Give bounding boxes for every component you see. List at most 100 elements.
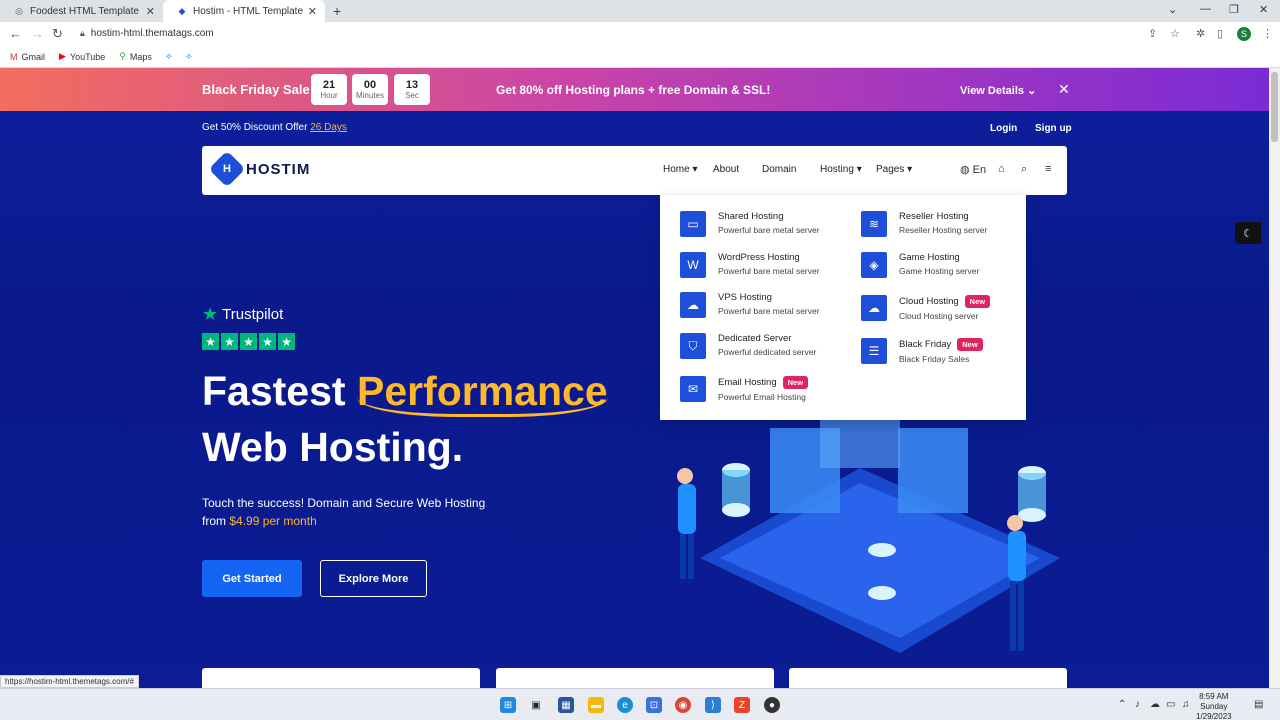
promo-title: Black Friday Sale: [202, 82, 310, 97]
task-view-icon[interactable]: ▣: [528, 697, 544, 713]
login-link[interactable]: Login: [990, 123, 1017, 134]
promo-banner: Black Friday Sale 21 Hour 00 Minutes 13 …: [0, 68, 1269, 111]
nav-hosting[interactable]: Hosting ▾: [820, 164, 862, 175]
tray-chevron-up-icon[interactable]: ⌃: [1118, 699, 1126, 710]
language-selector[interactable]: ◍ En: [960, 163, 986, 176]
window-close-icon[interactable]: ✕: [1259, 3, 1268, 16]
bookmark-maps[interactable]: ⚲ Maps: [119, 51, 152, 62]
headline-highlight: Performance: [356, 368, 608, 417]
share-icon[interactable]: ⇪: [1148, 27, 1157, 40]
menu-item-reseller-hosting[interactable]: ≋ Reseller Hosting Reseller Hosting serve…: [861, 211, 987, 237]
new-badge: New: [782, 376, 809, 389]
taskbar-clock[interactable]: 8:59 AM Sunday 1/29/2023: [1196, 692, 1232, 720]
scrollbar-thumb[interactable]: [1271, 72, 1278, 142]
minimize-icon[interactable]: —: [1200, 3, 1211, 15]
countdown-seconds: 13 Sec: [394, 74, 430, 105]
vscode-icon[interactable]: ⟩: [705, 697, 721, 713]
restore-icon[interactable]: ❐: [1229, 3, 1239, 16]
edge-browser-icon[interactable]: e: [617, 697, 633, 713]
hamburger-menu-icon[interactable]: ≡: [1045, 163, 1051, 175]
cloud-icon: ☁: [680, 292, 706, 318]
get-started-button[interactable]: Get Started: [202, 560, 302, 597]
cloud-sync-icon[interactable]: ☁: [1150, 699, 1160, 710]
url-field[interactable]: 🔒︎ hostim-html.thematags.com: [80, 28, 214, 39]
store-icon[interactable]: ⊡: [646, 697, 662, 713]
menu-item-vps-hosting[interactable]: ☁ VPS Hosting Powerful bare metal server: [680, 292, 820, 318]
bookmark-star-icon[interactable]: ☆: [1170, 27, 1180, 40]
lock-icon: 🔒︎: [80, 28, 85, 38]
extensions-puzzle-icon[interactable]: ✲: [1196, 27, 1205, 40]
rating-star-icon: ★: [259, 333, 276, 350]
site-logo[interactable]: H HOSTIM: [208, 150, 310, 188]
bookmark-app-1[interactable]: ⟡: [166, 51, 172, 62]
cart-bag-icon[interactable]: ⌂: [998, 163, 1005, 175]
file-explorer-icon[interactable]: ▬: [588, 697, 604, 713]
tab-title: Hostim - HTML Template: [193, 5, 304, 17]
promo-close-icon[interactable]: ✕: [1058, 81, 1070, 98]
bookmark-gmail[interactable]: M Gmail: [10, 52, 45, 62]
countdown-minutes: 00 Minutes: [352, 74, 388, 105]
discount-offer-line: Get 50% Discount Offer 26 Days: [202, 122, 347, 133]
promo-offer-text: Get 80% off Hosting plans + free Domain …: [496, 83, 771, 97]
microphone-icon[interactable]: ♪: [1135, 699, 1140, 710]
server-icon: ▭: [680, 211, 706, 237]
tab-search-chevron-icon[interactable]: ⌄: [1168, 3, 1177, 16]
nav-pages[interactable]: Pages ▾: [876, 164, 912, 175]
layers-icon: ≋: [861, 211, 887, 237]
forward-arrow-icon[interactable]: →: [31, 26, 44, 41]
close-tab-icon[interactable]: ✕: [146, 5, 155, 18]
app-icon[interactable]: ●: [764, 697, 780, 713]
nav-domain[interactable]: Domain: [762, 164, 796, 175]
reload-icon[interactable]: ↻: [52, 26, 63, 42]
side-panel-icon[interactable]: ▯: [1217, 27, 1223, 40]
rating-star-icon: ★: [240, 333, 257, 350]
more-menu-icon[interactable]: ⋮: [1262, 27, 1273, 40]
menu-item-game-hosting[interactable]: ◈ Game Hosting Game Hosting server: [861, 252, 979, 278]
menu-item-email-hosting[interactable]: ✉ Email Hosting New Powerful Email Hosting: [680, 376, 809, 402]
globe-icon: ◍: [960, 164, 970, 176]
browser-tab-hostim[interactable]: ◆ Hostim - HTML Template ✕: [163, 0, 325, 22]
start-windows-icon[interactable]: ⊞: [500, 697, 516, 713]
chevron-down-icon: ⌄: [1027, 85, 1037, 97]
os-taskbar: ⊞ ▣ ▦ ▬ e ⊡ ◉ ⟩ Z ● ⌃ ♪ ☁ ▭ ♫ 8:59 AM Su…: [0, 688, 1280, 720]
menu-item-shared-hosting[interactable]: ▭ Shared Hosting Powerful bare metal serv…: [680, 211, 820, 237]
rating-star-icon: ★: [202, 333, 219, 350]
nav-about[interactable]: About: [713, 164, 739, 175]
profile-avatar[interactable]: S: [1237, 27, 1251, 41]
caret-down-icon: ▾: [907, 164, 913, 175]
explore-more-button[interactable]: Explore More: [320, 560, 427, 597]
nav-home[interactable]: Home ▾: [663, 164, 698, 175]
chrome-icon[interactable]: ◉: [675, 697, 691, 713]
tab-title: Foodest HTML Template: [30, 5, 139, 17]
trustpilot-logo: ★ Trustpilot: [202, 304, 284, 324]
moon-icon: ☾: [1243, 227, 1253, 240]
back-arrow-icon[interactable]: ←: [9, 26, 22, 41]
feature-card: [496, 668, 774, 688]
page-scrollbar[interactable]: [1269, 68, 1280, 688]
signup-link[interactable]: Sign up: [1035, 123, 1072, 134]
shield-icon: ⛉: [680, 333, 706, 359]
bookmark-app-2[interactable]: ⟡: [186, 51, 192, 62]
youtube-icon: ▶: [59, 51, 66, 61]
filezilla-icon[interactable]: Z: [734, 697, 750, 713]
view-details-link[interactable]: View Details ⌄: [960, 84, 1036, 97]
widgets-icon[interactable]: ▦: [558, 697, 574, 713]
dark-mode-toggle[interactable]: ☾: [1235, 222, 1261, 244]
offer-days-link[interactable]: 26 Days: [310, 122, 347, 133]
trustpilot-rating-stars: ★ ★ ★ ★ ★: [202, 333, 295, 350]
search-icon[interactable]: ⌕: [1021, 163, 1027, 176]
browser-tab-foodest[interactable]: ◎ Foodest HTML Template ✕: [0, 0, 163, 22]
page-viewport: Black Friday Sale 21 Hour 00 Minutes 13 …: [0, 68, 1269, 688]
menu-item-wordpress-hosting[interactable]: W WordPress Hosting Powerful bare metal s…: [680, 252, 820, 278]
maps-pin-icon: ⚲: [119, 51, 126, 61]
volume-icon[interactable]: ♫: [1182, 699, 1190, 710]
display-icon[interactable]: ▭: [1166, 699, 1175, 710]
close-tab-icon[interactable]: ✕: [308, 5, 317, 18]
caret-down-icon: ▾: [692, 164, 698, 175]
new-tab-plus-icon[interactable]: +: [333, 3, 341, 19]
menu-item-black-friday[interactable]: ☰ Black Friday New Black Friday Sales: [861, 338, 983, 364]
menu-item-cloud-hosting[interactable]: ☁ Cloud Hosting New Cloud Hosting server: [861, 295, 991, 321]
notification-icon[interactable]: ▤: [1254, 699, 1263, 710]
bookmark-youtube[interactable]: ▶ YouTube: [59, 51, 105, 62]
menu-item-dedicated-server[interactable]: ⛉ Dedicated Server Powerful dedicated ser…: [680, 333, 816, 359]
